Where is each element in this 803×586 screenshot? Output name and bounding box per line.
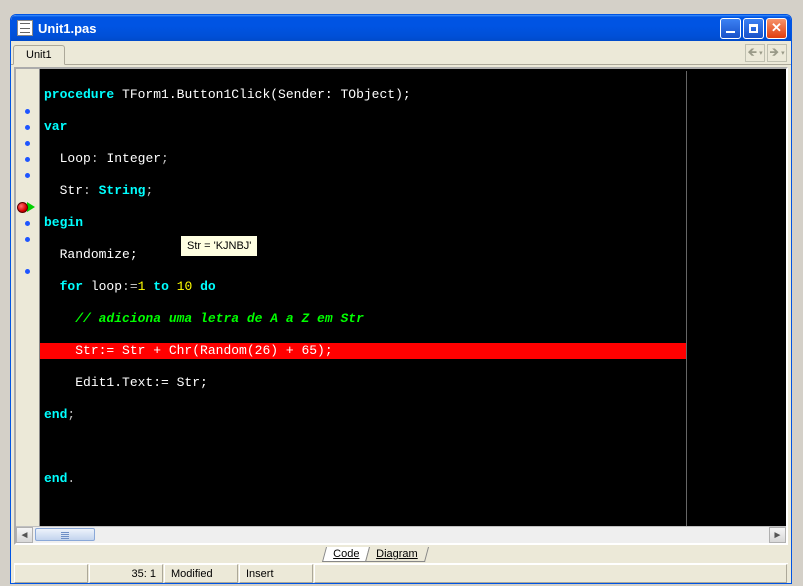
scroll-right-button[interactable]: ► <box>769 527 786 543</box>
status-cell-blank <box>14 564 88 583</box>
gutter[interactable] <box>16 69 40 526</box>
status-cursor-position: 35: 1 <box>89 564 163 583</box>
tab-code[interactable]: Code <box>322 547 370 562</box>
status-cell-rest <box>314 564 787 583</box>
horizontal-scrollbar[interactable]: ◄ ► <box>16 526 786 543</box>
current-line-highlight: Str:= Str + Chr(Random(26) + 65); <box>40 343 686 359</box>
debug-tooltip: Str = 'KJNBJ' <box>180 235 258 257</box>
bookmark-dot-icon <box>25 221 30 226</box>
view-tabs: Code Diagram <box>14 545 788 563</box>
close-button[interactable]: ✕ <box>766 18 787 39</box>
nav-forward-button[interactable]: 🡺▾ <box>767 44 787 62</box>
execution-arrow-icon <box>27 202 35 212</box>
code-editor[interactable]: procedure TForm1.Button1Click(Sender: TO… <box>40 69 786 526</box>
bookmark-dot-icon <box>25 173 30 178</box>
editor-window: Unit1.pas ✕ Unit1 🡸▾ 🡺▾ <box>10 14 792 584</box>
breakpoint-icon[interactable] <box>17 202 28 213</box>
bookmark-dot-icon <box>25 125 30 130</box>
bookmark-dot-icon <box>25 237 30 242</box>
scroll-thumb[interactable] <box>35 528 95 541</box>
scroll-track[interactable] <box>33 527 769 543</box>
tab-diagram[interactable]: Diagram <box>365 547 429 562</box>
bookmark-dot-icon <box>25 109 30 114</box>
maximize-button[interactable] <box>743 18 764 39</box>
statusbar: 35: 1 Modified Insert <box>14 563 788 583</box>
bookmark-dot-icon <box>25 141 30 146</box>
status-insert-mode: Insert <box>239 564 313 583</box>
right-margin <box>686 71 786 526</box>
editor-area: procedure TForm1.Button1Click(Sender: TO… <box>11 65 791 583</box>
file-tab-row: Unit1 🡸▾ 🡺▾ <box>11 41 791 65</box>
titlebar[interactable]: Unit1.pas ✕ <box>11 15 791 41</box>
scroll-left-button[interactable]: ◄ <box>16 527 33 543</box>
window-title: Unit1.pas <box>38 21 720 36</box>
file-tab-unit1[interactable]: Unit1 <box>13 45 65 65</box>
bookmark-dot-icon <box>25 157 30 162</box>
bookmark-dot-icon <box>25 269 30 274</box>
minimize-button[interactable] <box>720 18 741 39</box>
file-icon <box>17 20 33 36</box>
status-modified: Modified <box>164 564 238 583</box>
nav-back-button[interactable]: 🡸▾ <box>745 44 765 62</box>
